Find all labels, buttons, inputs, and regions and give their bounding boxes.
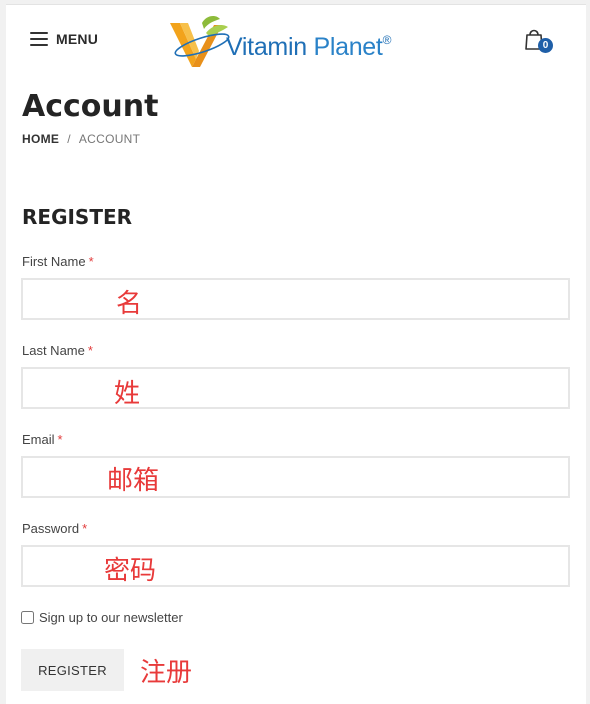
register-button-annotation: 注册	[140, 658, 193, 688]
last-name-label: Last Name *	[22, 343, 93, 358]
register-button[interactable]: REGISTER	[21, 649, 124, 691]
newsletter-label: Sign up to our newsletter	[39, 610, 183, 625]
email-label-text: Email	[22, 432, 55, 447]
breadcrumb-current: ACCOUNT	[78, 132, 141, 146]
page-frame: MENU Vitamin Planet® 0 Account HOME / AC…	[6, 4, 586, 704]
required-mark: *	[87, 343, 93, 358]
newsletter-option[interactable]: Sign up to our newsletter	[21, 610, 183, 625]
breadcrumb: HOME / ACCOUNT	[22, 132, 140, 146]
required-mark: *	[88, 254, 94, 269]
logo-wordmark: Vitamin Planet®	[226, 33, 391, 62]
vitamin-planet-logo-icon	[170, 15, 230, 67]
email-input[interactable]	[21, 456, 570, 498]
site-logo[interactable]: Vitamin Planet®	[166, 13, 431, 73]
password-label: Password *	[22, 521, 87, 536]
last-name-input[interactable]	[21, 367, 570, 409]
menu-label: MENU	[56, 31, 99, 47]
register-section-title: REGISTER	[22, 205, 133, 229]
logo-text-planet: Planet	[313, 32, 383, 61]
first-name-label-text: First Name	[22, 254, 86, 269]
newsletter-checkbox[interactable]	[21, 611, 34, 624]
site-header: MENU Vitamin Planet® 0	[6, 5, 586, 85]
first-name-input[interactable]	[21, 278, 570, 320]
page-title: Account	[22, 89, 159, 124]
last-name-label-text: Last Name	[22, 343, 85, 358]
required-mark: *	[57, 432, 63, 447]
menu-button[interactable]: MENU	[30, 31, 98, 47]
cart-count-badge: 0	[538, 38, 553, 53]
breadcrumb-home-link[interactable]: HOME	[22, 132, 59, 146]
logo-registered-mark: ®	[382, 32, 392, 47]
email-label: Email *	[22, 432, 63, 447]
password-input[interactable]	[21, 545, 570, 587]
breadcrumb-separator: /	[67, 132, 71, 146]
hamburger-icon	[30, 32, 48, 46]
cart-button[interactable]: 0	[524, 27, 554, 55]
password-label-text: Password	[22, 521, 80, 536]
required-mark: *	[82, 521, 88, 536]
logo-text-vitamin: Vitamin	[226, 32, 307, 61]
first-name-label: First Name *	[22, 254, 94, 269]
